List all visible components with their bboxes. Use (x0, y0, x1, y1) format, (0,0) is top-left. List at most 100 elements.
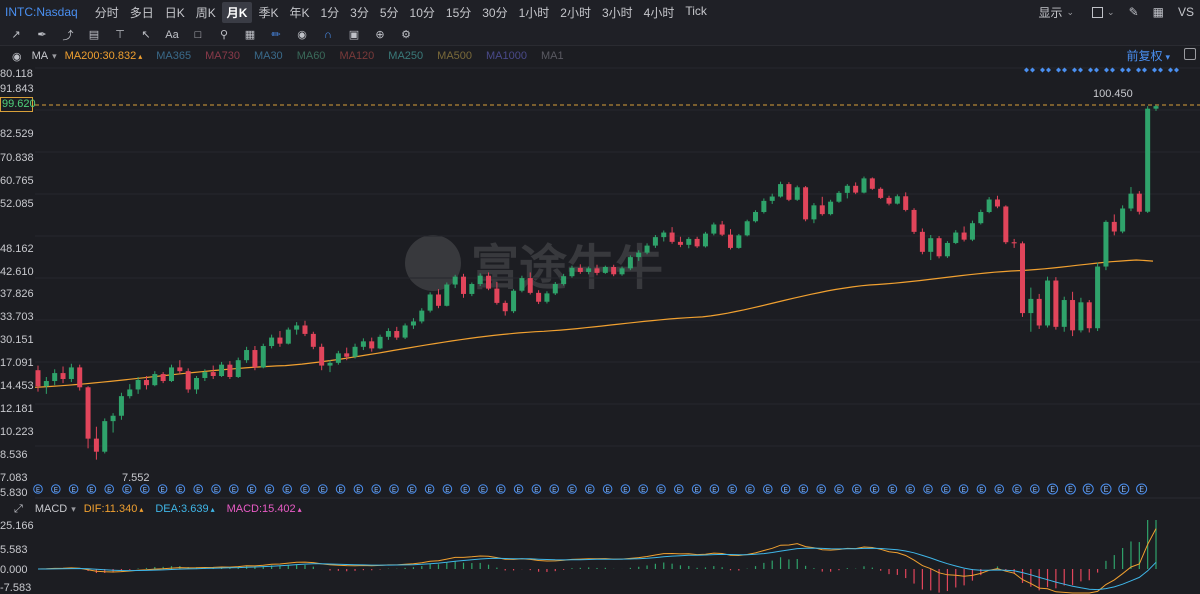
candle-body[interactable] (894, 196, 900, 204)
candle-body[interactable] (102, 421, 108, 452)
candle-body[interactable] (260, 346, 266, 368)
candle-body[interactable] (969, 223, 975, 240)
candle-body[interactable] (711, 224, 717, 234)
candle-body[interactable] (778, 184, 784, 197)
candle-body[interactable] (43, 381, 49, 387)
candle-body[interactable] (1045, 280, 1051, 326)
candle-body[interactable] (52, 373, 58, 382)
candle-body[interactable] (869, 178, 875, 189)
candle-body[interactable] (1020, 243, 1026, 314)
candle-body[interactable] (160, 374, 166, 382)
candle-body[interactable] (285, 329, 291, 344)
candle-body[interactable] (1120, 208, 1126, 232)
candle-body[interactable] (302, 325, 308, 334)
candle-body[interactable] (986, 199, 992, 213)
candle-body[interactable] (911, 209, 917, 232)
candle-body[interactable] (594, 268, 600, 273)
candle-body[interactable] (819, 205, 825, 215)
candle-body[interactable] (1036, 298, 1042, 326)
candle-body[interactable] (527, 278, 533, 293)
candle-body[interactable] (602, 266, 608, 273)
candle-body[interactable] (919, 231, 925, 252)
expand-icon[interactable]: ⤢ (14, 503, 23, 516)
candle-body[interactable] (1111, 221, 1117, 232)
candle-body[interactable] (177, 367, 183, 372)
candle-body[interactable] (878, 188, 884, 198)
candle-body[interactable] (168, 367, 174, 382)
candle-body[interactable] (469, 284, 475, 294)
candle-body[interactable] (961, 232, 967, 240)
candle-body[interactable] (677, 241, 683, 245)
candle-body[interactable] (1011, 242, 1017, 244)
candle-body[interactable] (727, 234, 733, 248)
candle-body[interactable] (569, 267, 575, 277)
candle-body[interactable] (794, 187, 800, 200)
candle-body[interactable] (327, 362, 333, 366)
candle-body[interactable] (1086, 302, 1092, 329)
candle-body[interactable] (586, 268, 592, 272)
candle-body[interactable] (143, 380, 149, 386)
candle-body[interactable] (1003, 206, 1009, 243)
candle-body[interactable] (369, 341, 375, 349)
candle-body[interactable] (994, 199, 1000, 207)
candle-body[interactable] (68, 367, 74, 379)
candle-body[interactable] (619, 268, 625, 275)
candle-body[interactable] (352, 346, 358, 357)
candle-body[interactable] (310, 333, 316, 347)
candle-body[interactable] (761, 200, 767, 213)
candle-body[interactable] (811, 205, 817, 220)
candle-body[interactable] (110, 415, 116, 422)
candle-body[interactable] (486, 275, 492, 289)
candle-body[interactable] (511, 290, 517, 312)
candle-body[interactable] (719, 224, 725, 235)
candle-body[interactable] (1128, 193, 1134, 209)
candle-body[interactable] (611, 266, 617, 275)
candle-body[interactable] (77, 367, 83, 388)
candle-body[interactable] (519, 278, 525, 291)
candle-body[interactable] (544, 293, 550, 302)
candle-body[interactable] (60, 373, 66, 379)
candle-body[interactable] (769, 196, 775, 201)
candle-body[interactable] (786, 184, 792, 200)
candle-body[interactable] (936, 238, 942, 257)
candle-body[interactable] (244, 350, 250, 361)
chevron-down-icon[interactable]: ▾ (71, 504, 76, 515)
candle-body[interactable] (803, 187, 809, 220)
candle-body[interactable] (552, 284, 558, 294)
candle-body[interactable] (452, 276, 458, 285)
candle-body[interactable] (886, 197, 892, 204)
candle-body[interactable] (319, 346, 325, 366)
candle-body[interactable] (202, 372, 208, 378)
candle-body[interactable] (135, 380, 141, 390)
candle-body[interactable] (477, 275, 483, 285)
candle-body[interactable] (93, 438, 99, 452)
candle-body[interactable] (844, 185, 850, 193)
candle-body[interactable] (736, 235, 742, 248)
candle-body[interactable] (118, 396, 124, 416)
candle-body[interactable] (294, 325, 300, 330)
candle-body[interactable] (185, 371, 191, 390)
candle-body[interactable] (853, 185, 859, 193)
candle-body[interactable] (344, 353, 350, 357)
candle-body[interactable] (210, 372, 216, 377)
candle-body[interactable] (35, 370, 41, 387)
candle-body[interactable] (461, 276, 467, 294)
candle-body[interactable] (753, 212, 759, 222)
candle-body[interactable] (235, 360, 241, 377)
candle-body[interactable] (953, 232, 959, 243)
candle-body[interactable] (636, 252, 642, 258)
candle-body[interactable] (152, 374, 158, 386)
candle-body[interactable] (669, 232, 675, 242)
candle-body[interactable] (360, 341, 366, 347)
candle-body[interactable] (561, 276, 567, 285)
candle-body[interactable] (335, 353, 341, 363)
candle-body[interactable] (1095, 266, 1101, 329)
candle-body[interactable] (127, 389, 133, 397)
candle-body[interactable] (903, 196, 909, 210)
candle-body[interactable] (1053, 280, 1059, 327)
candle-body[interactable] (644, 245, 650, 253)
candle-body[interactable] (978, 212, 984, 224)
candle-body[interactable] (419, 310, 425, 322)
candle-body[interactable] (1103, 221, 1109, 267)
candle-body[interactable] (627, 257, 633, 269)
